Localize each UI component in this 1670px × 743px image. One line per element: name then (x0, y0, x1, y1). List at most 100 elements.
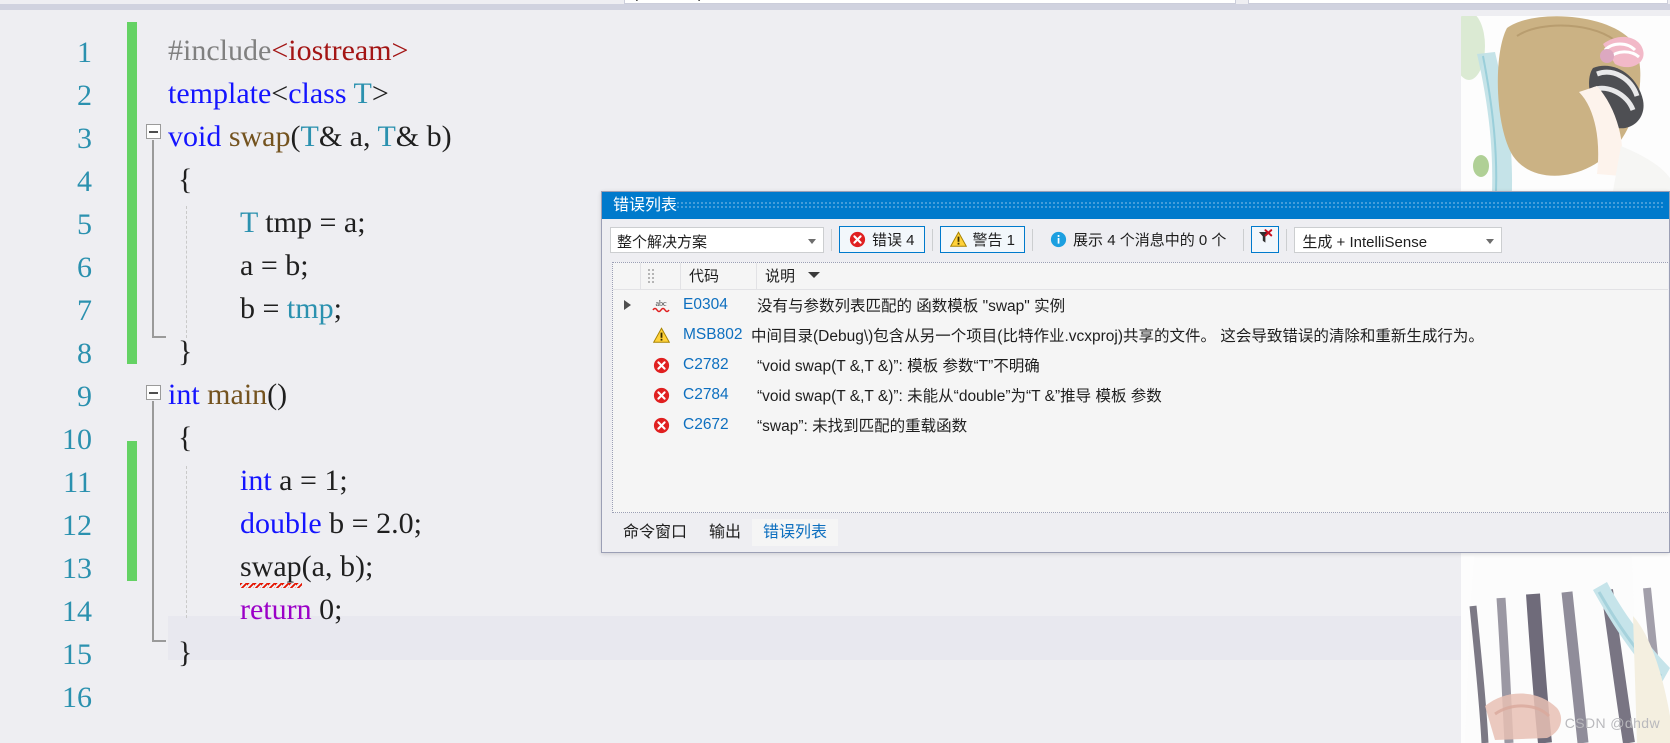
column-header-code[interactable]: 代码 (681, 263, 757, 290)
row-code[interactable]: C2782 (681, 356, 757, 374)
toolbar-separator (831, 228, 832, 251)
csdn-watermark: CSDN @dhdw (1564, 715, 1660, 731)
chevron-right-icon (623, 300, 631, 310)
fold-guide-main (152, 401, 154, 641)
table-row[interactable]: MSB802 中间目录(Debug\)包含从另一个项目(比特作业.vcxproj… (613, 320, 1668, 350)
error-list-title-bar[interactable]: 错误列表 (602, 192, 1669, 219)
error-list-header-row: 代码 说明 (613, 263, 1668, 290)
error-squiggle-swap: swap (240, 550, 302, 583)
messages-toggle-button[interactable]: 展示 4 个消息中的 0 个 (1040, 226, 1236, 253)
code-line-11: int a = 1; (240, 464, 348, 497)
code-line-1: #include<iostream> (168, 34, 409, 67)
toolbar-separator (931, 228, 933, 251)
scope-dropdown[interactable]: (全局范围) (624, 0, 1236, 4)
row-severity (641, 357, 681, 374)
table-row[interactable]: abc E0304 没有与参数列表匹配的 函数模板 "swap" 实例 (613, 290, 1668, 320)
fold-elbow-main (152, 620, 166, 642)
error-list-window: 错误列表 整个解决方案 错误 4 警告 1 展示 4 个消息中的 0 个 生成 … (601, 191, 1670, 553)
toolbar-separator (1032, 228, 1034, 251)
tab-error-list[interactable]: 错误列表 (752, 519, 839, 546)
row-code[interactable]: C2784 (681, 386, 757, 404)
line-number: 3 (77, 122, 92, 155)
line-number: 11 (63, 466, 92, 499)
line-number: 8 (77, 337, 92, 370)
column-header-expander[interactable] (613, 263, 641, 290)
code-line-6: a = b; (240, 249, 309, 282)
errors-toggle-button[interactable]: 错误 4 (839, 226, 925, 253)
column-header-icon[interactable] (641, 263, 681, 290)
row-description: “void swap(T &,T &)”: 未能从“double”为“T &”推… (757, 388, 1162, 405)
nav-divider (0, 4, 1670, 10)
row-severity: abc (641, 297, 681, 314)
clear-filter-button[interactable] (1251, 226, 1280, 253)
error-list-toolbar: 整个解决方案 错误 4 警告 1 展示 4 个消息中的 0 个 生成 + Int… (602, 219, 1669, 257)
line-number: 12 (62, 509, 92, 542)
line-number: 9 (77, 380, 92, 413)
line-number: 5 (77, 208, 92, 241)
row-description: 没有与参数列表匹配的 函数模板 "swap" 实例 (757, 298, 1066, 315)
info-icon (1050, 231, 1067, 248)
chevron-down-icon (808, 238, 816, 244)
error-list-title: 错误列表 (613, 197, 678, 214)
toolbar-separator (1243, 228, 1245, 251)
row-description: “swap”: 未找到匹配的重载函数 (757, 418, 968, 435)
build-filter-value: 生成 + IntelliSense (1302, 233, 1428, 251)
row-severity (641, 387, 681, 404)
error-list-tab-strip: 命令窗口 输出 错误列表 (612, 519, 839, 549)
code-line-12: double b = 2.0; (240, 507, 422, 540)
error-icon (653, 417, 670, 434)
table-row[interactable]: C2672 “swap”: 未找到匹配的重载函数 (613, 410, 1668, 440)
indent-guide-swap (186, 206, 187, 338)
clear-filter-icon (1256, 228, 1274, 251)
row-code[interactable]: MSB802 (681, 326, 757, 344)
code-line-4: { (178, 163, 193, 196)
fold-toggle-swap[interactable] (146, 124, 161, 139)
toolbar-separator (1286, 228, 1288, 251)
row-description: 中间目录(Debug\)包含从另一个项目(比特作业.vcxproj)共享的文件。… (751, 328, 1484, 345)
row-code[interactable]: C2672 (681, 416, 757, 434)
messages-toggle-label: 展示 4 个消息中的 0 个 (1073, 232, 1227, 249)
fold-elbow-swap (152, 316, 166, 338)
row-expander[interactable] (613, 300, 641, 310)
code-line-15: } (178, 636, 193, 669)
error-list-grid: 代码 说明 abc E0304 没有与参数列表匹配的 函数模板 "swap" 实… (612, 262, 1668, 513)
change-bar-bottom (127, 441, 137, 581)
line-number: 13 (62, 552, 92, 585)
row-severity (641, 417, 681, 434)
fold-toggle-main[interactable] (146, 385, 161, 400)
line-number: 2 (77, 79, 92, 112)
line-number: 4 (77, 165, 92, 198)
scope-dropdown-value: (全局范围) (633, 0, 703, 2)
intellisense-icon: abc (651, 297, 671, 314)
column-header-description[interactable]: 说明 (757, 263, 1668, 290)
table-row[interactable]: C2784 “void swap(T &,T &)”: 未能从“double”为… (613, 380, 1668, 410)
line-number: 7 (77, 294, 92, 327)
row-code[interactable]: E0304 (681, 296, 757, 314)
code-line-5: T tmp = a; (240, 206, 366, 239)
code-line-13: swap(a, b); (240, 550, 374, 583)
sort-descending-icon (808, 271, 821, 278)
error-icon (849, 231, 866, 248)
errors-toggle-label: 错误 4 (872, 232, 915, 249)
indent-guide-main (186, 466, 187, 618)
build-filter-dropdown[interactable]: 生成 + IntelliSense (1294, 226, 1503, 253)
navigation-bar: (全局范围) main() (0, 0, 1670, 16)
code-line-10: { (178, 421, 193, 454)
tab-command-window[interactable]: 命令窗口 (612, 519, 698, 546)
error-icon (653, 387, 670, 404)
code-line-7: b = tmp; (240, 292, 342, 325)
column-grip-icon (647, 267, 656, 284)
code-line-14: return 0; (240, 593, 343, 626)
fold-guide-swap (152, 140, 154, 336)
code-line-9: int main() (168, 378, 288, 411)
chevron-down-icon (1486, 238, 1495, 244)
line-number: 14 (62, 595, 92, 628)
warnings-toggle-button[interactable]: 警告 1 (939, 226, 1026, 253)
tab-output[interactable]: 输出 (698, 519, 752, 546)
table-row[interactable]: C2782 “void swap(T &,T &)”: 模板 参数“T”不明确 (613, 350, 1668, 380)
svg-text:abc: abc (655, 299, 667, 308)
change-bar-top (127, 22, 137, 364)
line-number: 15 (62, 638, 92, 671)
member-dropdown[interactable]: main() (1248, 0, 1668, 4)
scope-filter-dropdown[interactable]: 整个解决方案 (610, 226, 824, 253)
